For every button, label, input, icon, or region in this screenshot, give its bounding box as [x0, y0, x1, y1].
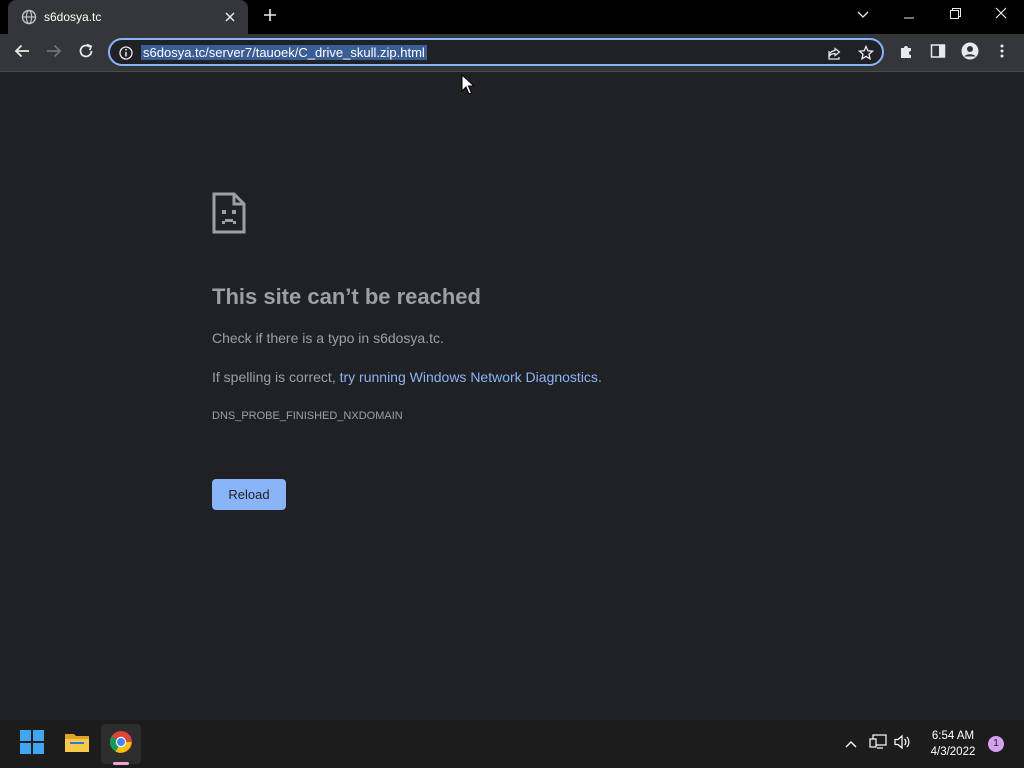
close-icon — [995, 6, 1007, 24]
error-code: DNS_PROBE_FINISHED_NXDOMAIN — [212, 410, 403, 422]
error-typo-hint: Check if there is a typo in s6dosya.tc. — [212, 330, 444, 346]
close-icon[interactable] — [222, 9, 238, 25]
taskbar: 6:54 AM 4/3/2022 — [0, 720, 1024, 768]
minimize-icon — [904, 6, 914, 24]
error-diagnostics-hint: If spelling is correct, try running Wind… — [212, 369, 602, 385]
reload-toolbar-button[interactable] — [72, 39, 100, 67]
menu-button[interactable] — [988, 39, 1016, 67]
side-panel-icon — [930, 43, 946, 64]
chrome-taskbar-button[interactable] — [101, 724, 141, 764]
url-text[interactable]: s6dosya.tc/server7/tauoek/C_drive_skull.… — [141, 45, 427, 60]
extensions-button[interactable] — [892, 39, 920, 67]
clock-time: 6:54 AM — [931, 730, 975, 742]
info-icon[interactable] — [118, 45, 134, 61]
network-diagnostics-link[interactable]: try running Windows Network Diagnostics — [340, 369, 598, 385]
globe-icon — [21, 9, 37, 25]
notification-badge[interactable]: 1 — [988, 736, 1004, 752]
volume-button[interactable] — [893, 734, 913, 754]
file-explorer-icon — [64, 731, 90, 758]
restore-button[interactable] — [932, 0, 978, 30]
new-tab-button[interactable] — [259, 6, 281, 28]
sad-page-icon — [212, 192, 246, 234]
diagnostics-suffix: . — [597, 369, 602, 385]
volume-icon — [894, 734, 912, 755]
mouse-cursor-icon — [461, 73, 476, 96]
restore-icon — [949, 6, 961, 24]
forward-arrow-icon — [46, 43, 62, 64]
chevron-down-icon — [857, 6, 869, 24]
browser-toolbar: s6dosya.tc/server7/tauoek/C_drive_skull.… — [0, 34, 1024, 72]
tab-strip: s6dosya.tc — [0, 0, 1024, 34]
error-title: This site can’t be reached — [212, 284, 481, 309]
windows-start-icon — [20, 729, 44, 759]
plus-icon — [263, 8, 277, 27]
network-button[interactable] — [868, 733, 888, 755]
chrome-icon — [109, 730, 133, 759]
share-icon[interactable] — [826, 45, 842, 61]
show-hidden-icons-button[interactable] — [841, 734, 861, 754]
minimize-button[interactable] — [886, 0, 932, 30]
more-vert-icon — [1000, 43, 1004, 64]
active-app-indicator — [113, 762, 129, 765]
file-explorer-button[interactable] — [57, 724, 97, 764]
start-button[interactable] — [12, 724, 52, 764]
chevron-up-icon — [845, 735, 857, 753]
back-button[interactable] — [8, 39, 36, 67]
side-panel-button[interactable] — [924, 39, 952, 67]
star-icon[interactable] — [857, 44, 875, 61]
network-icon — [869, 733, 887, 755]
window-close-button[interactable] — [978, 0, 1024, 30]
address-bar[interactable]: s6dosya.tc/server7/tauoek/C_drive_skull.… — [108, 38, 884, 66]
extensions-icon — [898, 43, 914, 64]
profile-icon — [961, 42, 979, 65]
clock-date: 4/3/2022 — [930, 746, 976, 758]
reload-button[interactable]: Reload — [212, 479, 286, 510]
back-arrow-icon — [14, 43, 30, 64]
browser-tab[interactable]: s6dosya.tc — [8, 0, 248, 34]
tab-search-button[interactable] — [840, 0, 886, 30]
tab-title: s6dosya.tc — [44, 10, 102, 24]
taskbar-clock[interactable]: 6:54 AM 4/3/2022 — [918, 728, 988, 760]
reload-icon — [78, 43, 94, 64]
profile-button[interactable] — [956, 39, 984, 67]
diagnostics-prefix: If spelling is correct, — [212, 369, 340, 385]
forward-button[interactable] — [40, 39, 68, 67]
